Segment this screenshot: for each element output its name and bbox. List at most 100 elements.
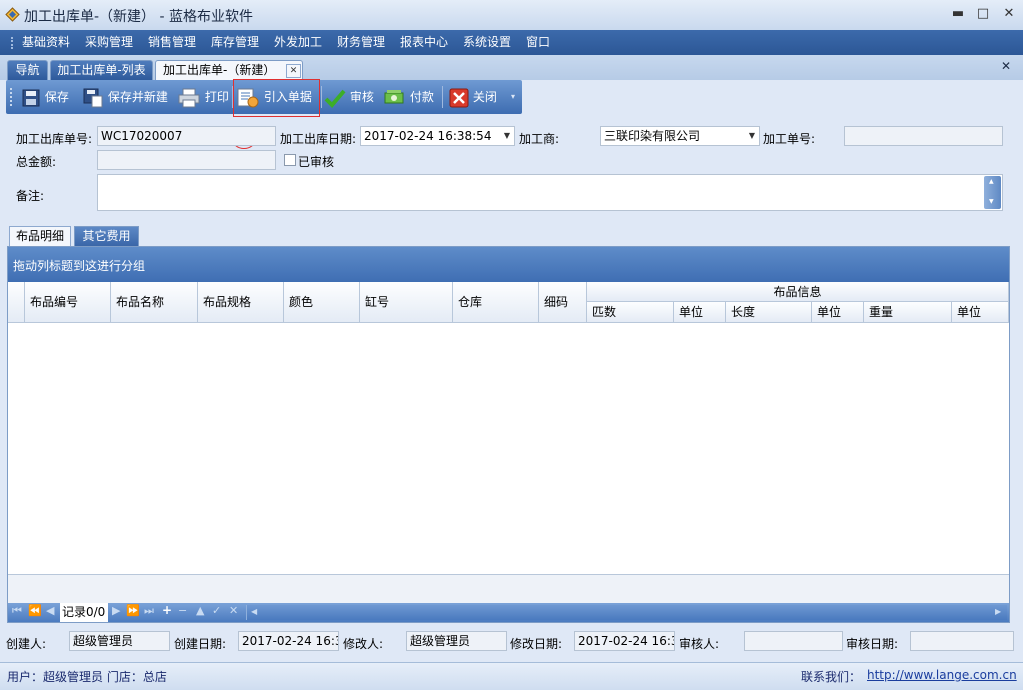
app-logo-icon (5, 7, 20, 22)
column-header-fabric-code[interactable]: 布品编号 (25, 282, 111, 323)
remark-textarea[interactable] (97, 174, 1003, 211)
toolbar-separator (321, 86, 322, 108)
close-red-icon (449, 88, 469, 107)
modifier-label: 修改人: (343, 637, 384, 651)
restore-button[interactable]: □ (972, 5, 994, 23)
band-header-fabric-info[interactable]: 布品信息 (587, 282, 1009, 302)
annotation-highlight-box (233, 79, 320, 117)
total-amount-field[interactable] (97, 150, 276, 170)
checkmark-icon (324, 89, 346, 108)
audited-checkbox[interactable] (284, 154, 296, 166)
column-header-pieces[interactable]: 匹数 (587, 302, 674, 323)
tab-navigation[interactable]: 导航 (7, 60, 48, 80)
dropdown-arrow-icon[interactable]: ▼ (749, 127, 755, 145)
column-header-vat-no[interactable]: 缸号 (360, 282, 453, 323)
column-header-pieces-unit[interactable]: 单位 (674, 302, 726, 323)
pay-button[interactable]: 付款 (382, 85, 434, 109)
modify-date-field[interactable]: 2017-02-24 16:38 (574, 631, 675, 651)
prev-page-icon[interactable]: ⏪ (28, 604, 42, 617)
tab-other-fees[interactable]: 其它费用 (74, 226, 139, 246)
close-form-label: 关闭 (472, 90, 497, 104)
column-header-warehouse[interactable]: 仓库 (453, 282, 539, 323)
column-header-color[interactable]: 颜色 (284, 282, 360, 323)
grid-header: 布品编号 布品名称 布品规格 颜色 缸号 仓库 细码 布品信息 匹数 单位 长度… (8, 282, 1009, 323)
tab-order-list[interactable]: 加工出库单-列表 (50, 60, 153, 80)
toolbar-overflow-icon[interactable]: ▾ (511, 92, 515, 101)
add-record-icon[interactable]: + (162, 603, 172, 617)
menu-finance[interactable]: 财务管理 (337, 30, 385, 55)
row-indicator-header (8, 282, 25, 323)
tab-new-order[interactable]: 加工出库单-（新建） ✕ (155, 60, 303, 80)
menu-settings[interactable]: 系统设置 (463, 30, 511, 55)
menu-basic-data[interactable]: 基础资料 (22, 30, 70, 55)
audit-label: 审核 (349, 90, 374, 104)
menu-outsourcing[interactable]: 外发加工 (274, 30, 322, 55)
close-window-button[interactable]: ✕ (998, 5, 1020, 23)
column-header-fabric-name[interactable]: 布品名称 (111, 282, 198, 323)
column-header-length[interactable]: 长度 (726, 302, 812, 323)
processor-select[interactable]: 三联印染有限公司 ▼ (600, 126, 760, 146)
remark-label: 备注: (16, 189, 45, 203)
scroll-down-icon[interactable]: ▼ (989, 198, 994, 205)
processor-label: 加工商: (519, 132, 560, 146)
print-button[interactable]: 打印 (177, 85, 229, 109)
save-and-new-label: 保存并新建 (107, 90, 168, 104)
audit-date-field[interactable] (910, 631, 1014, 651)
last-page-icon[interactable]: ⏭ (144, 604, 154, 618)
edit-record-icon[interactable]: ▲ (196, 604, 204, 617)
tab-fabric-details[interactable]: 布品明细 (9, 226, 71, 246)
minimize-button[interactable]: ▬ (947, 5, 969, 23)
save-button[interactable]: 保存 (21, 85, 69, 109)
window-title: 加工出库单-（新建） - 蓝格布业软件 (24, 9, 254, 25)
cancel-record-icon[interactable]: ✕ (229, 604, 238, 617)
menu-sales[interactable]: 销售管理 (148, 30, 196, 55)
next-page-icon[interactable]: ⏩ (126, 604, 140, 617)
date-picker[interactable]: 2017-02-24 16:38:54 ▼ (360, 126, 515, 146)
order-no-field[interactable]: WC17020007 (97, 126, 276, 146)
menu-purchase[interactable]: 采购管理 (85, 30, 133, 55)
process-no-field[interactable] (844, 126, 1003, 146)
user-store-info: 用户：超级管理员 门店：总店 (7, 670, 167, 684)
dropdown-arrow-icon[interactable]: ▼ (504, 127, 510, 145)
auditor-label: 审核人: (679, 637, 720, 651)
column-header-detail-code[interactable]: 细码 (539, 282, 587, 323)
record-counter: 记录0/0 (60, 603, 108, 622)
close-all-tabs-icon[interactable]: ✕ (1001, 59, 1011, 73)
process-no-label: 加工单号: (763, 132, 816, 146)
column-header-weight[interactable]: 重量 (864, 302, 952, 323)
audit-button[interactable]: 审核 (324, 85, 374, 109)
total-amount-label: 总金额: (16, 155, 57, 169)
floppy-disk-icon (22, 89, 40, 106)
close-form-button[interactable]: 关闭 (449, 85, 497, 109)
save-and-new-button[interactable]: 保存并新建 (82, 85, 168, 109)
horizontal-scrollbar[interactable]: ◀ ▶ (246, 605, 1007, 620)
contact-link[interactable]: http://www.lange.com.cn (867, 668, 1017, 682)
save-new-icon (83, 88, 103, 107)
auditor-field[interactable] (744, 631, 843, 651)
create-date-field[interactable]: 2017-02-24 16:38 (238, 631, 339, 651)
delete-record-icon[interactable]: − (178, 604, 187, 617)
column-header-fabric-spec[interactable]: 布品规格 (198, 282, 284, 323)
prev-record-icon[interactable]: ◀ (46, 604, 54, 617)
creator-field[interactable]: 超级管理员 (69, 631, 170, 651)
modifier-field[interactable]: 超级管理员 (406, 631, 507, 651)
create-date-label: 创建日期: (174, 637, 227, 651)
toolbar-separator (442, 86, 443, 108)
menu-inventory[interactable]: 库存管理 (211, 30, 259, 55)
scroll-right-icon[interactable]: ▶ (995, 607, 1001, 616)
column-header-weight-unit[interactable]: 单位 (952, 302, 1009, 323)
remark-scrollbar[interactable]: ▲ ▼ (984, 176, 1001, 209)
scroll-left-icon[interactable]: ◀ (251, 607, 257, 616)
group-by-panel[interactable]: 拖动列标题到这进行分组 (8, 247, 1009, 282)
scroll-up-icon[interactable]: ▲ (989, 178, 994, 185)
confirm-record-icon[interactable]: ✓ (212, 604, 221, 617)
next-record-icon[interactable]: ▶ (112, 604, 120, 617)
menu-reports[interactable]: 报表中心 (400, 30, 448, 55)
grid-body[interactable] (8, 323, 1009, 573)
pay-label: 付款 (409, 90, 434, 104)
first-page-icon[interactable]: ⏮ (12, 604, 22, 618)
menu-window[interactable]: 窗口 (526, 30, 550, 55)
modify-date-label: 修改日期: (510, 637, 563, 651)
column-header-length-unit[interactable]: 单位 (812, 302, 864, 323)
tab-close-icon[interactable]: ✕ (286, 64, 301, 78)
